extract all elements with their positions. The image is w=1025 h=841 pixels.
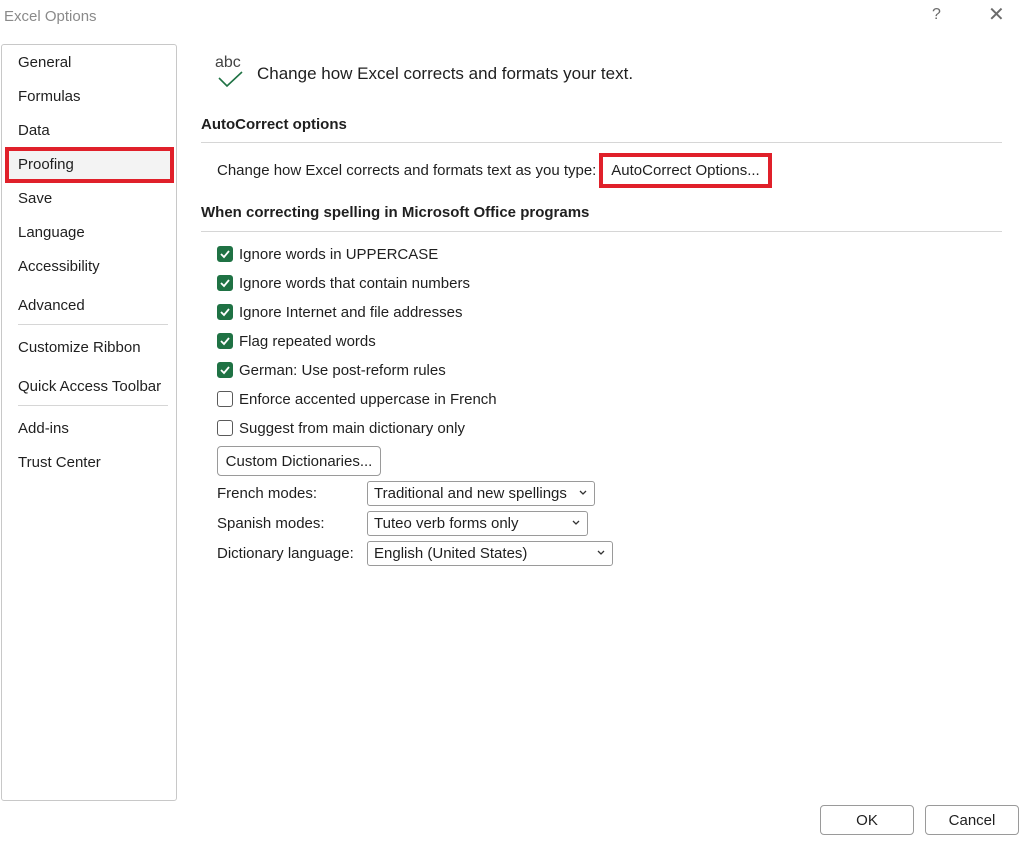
- section-divider: [201, 142, 1002, 143]
- spelling-section-title: When correcting spelling in Microsoft Of…: [201, 204, 590, 221]
- proofing-abc-check-icon: abc: [212, 54, 248, 92]
- autocorrect-section-title: AutoCorrect options: [201, 116, 347, 133]
- checkbox-checked-icon[interactable]: [217, 304, 233, 320]
- chevron-down-icon: [597, 550, 605, 555]
- checkbox-checked-icon[interactable]: [217, 362, 233, 378]
- spanish-modes-label: Spanish modes:: [217, 515, 325, 532]
- spelling-option-row[interactable]: German: Use post-reform rules: [217, 360, 446, 380]
- checkbox-checked-icon[interactable]: [217, 333, 233, 349]
- spelling-option-label: Ignore words that contain numbers: [239, 274, 470, 292]
- sidebar-item-language[interactable]: Language: [18, 224, 85, 241]
- sidebar-item-save[interactable]: Save: [18, 190, 52, 207]
- french-modes-select[interactable]: Traditional and new spellings: [367, 481, 595, 506]
- spelling-option-row[interactable]: Ignore words that contain numbers: [217, 273, 470, 293]
- autocorrect-description: Change how Excel corrects and formats te…: [217, 162, 597, 179]
- autocorrect-options-button[interactable]: AutoCorrect Options...: [604, 158, 767, 183]
- help-icon[interactable]: ?: [932, 6, 941, 24]
- spelling-option-row[interactable]: Enforce accented uppercase in French: [217, 389, 497, 409]
- custom-dictionaries-button[interactable]: Custom Dictionaries...: [217, 446, 381, 476]
- spelling-option-label: Suggest from main dictionary only: [239, 419, 465, 437]
- sidebar-item-formulas[interactable]: Formulas: [18, 88, 81, 105]
- spelling-option-row[interactable]: Suggest from main dictionary only: [217, 418, 465, 438]
- sidebar-nav: General Formulas Data Proofing Save Lang…: [1, 44, 177, 801]
- spelling-option-label: Flag repeated words: [239, 332, 376, 350]
- checkbox-unchecked-icon[interactable]: [217, 391, 233, 407]
- sidebar-item-advanced[interactable]: Advanced: [18, 297, 85, 314]
- spelling-option-label: German: Use post-reform rules: [239, 361, 446, 379]
- sidebar-item-accessibility[interactable]: Accessibility: [18, 258, 100, 275]
- spelling-option-label: Enforce accented uppercase in French: [239, 390, 497, 408]
- ok-button[interactable]: OK: [820, 805, 914, 835]
- spelling-option-label: Ignore words in UPPERCASE: [239, 245, 439, 263]
- dictionary-language-label: Dictionary language:: [217, 545, 354, 562]
- section-divider: [201, 231, 1002, 232]
- cancel-button[interactable]: Cancel: [925, 805, 1019, 835]
- french-modes-label: French modes:: [217, 485, 318, 502]
- sidebar-item-customize-ribbon[interactable]: Customize Ribbon: [18, 339, 141, 356]
- sidebar-separator: [18, 324, 168, 325]
- checkbox-checked-icon[interactable]: [217, 246, 233, 262]
- window-title: Excel Options: [4, 8, 97, 25]
- sidebar-item-trust-center[interactable]: Trust Center: [18, 454, 101, 471]
- close-icon[interactable]: ✕: [988, 5, 1005, 25]
- sidebar-item-proofing[interactable]: Proofing: [18, 156, 74, 173]
- spelling-option-row[interactable]: Flag repeated words: [217, 331, 376, 351]
- spelling-option-row[interactable]: Ignore words in UPPERCASE: [217, 244, 438, 264]
- sidebar-item-add-ins[interactable]: Add-ins: [18, 420, 69, 437]
- sidebar-separator: [18, 405, 168, 406]
- page-title: Change how Excel corrects and formats yo…: [257, 64, 634, 83]
- sidebar-item-quick-access-toolbar[interactable]: Quick Access Toolbar: [18, 378, 161, 395]
- dictionary-language-select[interactable]: English (United States): [367, 541, 613, 566]
- sidebar-item-general[interactable]: General: [18, 54, 71, 71]
- chevron-down-icon: [579, 490, 587, 495]
- checkbox-unchecked-icon[interactable]: [217, 420, 233, 436]
- title-bar: Excel Options ? ✕: [0, 0, 1025, 34]
- sidebar-item-data[interactable]: Data: [18, 122, 50, 139]
- chevron-down-icon: [572, 520, 580, 525]
- spanish-modes-select[interactable]: Tuteo verb forms only: [367, 511, 588, 536]
- checkbox-checked-icon[interactable]: [217, 275, 233, 291]
- spelling-option-row[interactable]: Ignore Internet and file addresses: [217, 302, 462, 322]
- spelling-option-label: Ignore Internet and file addresses: [239, 303, 463, 321]
